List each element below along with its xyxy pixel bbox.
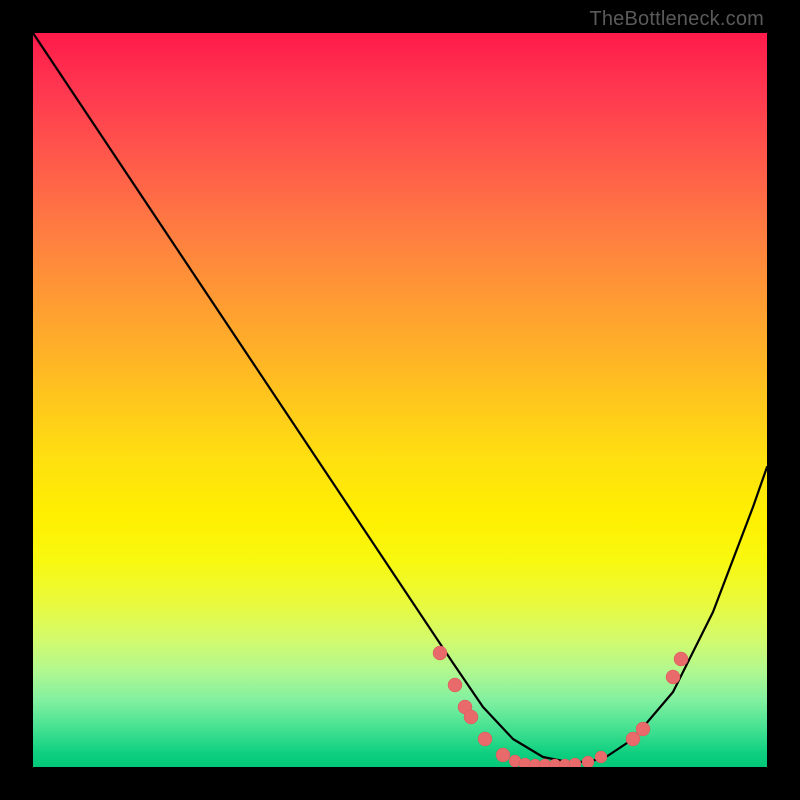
watermark-text: TheBottleneck.com bbox=[589, 8, 764, 31]
curve-line bbox=[33, 33, 767, 763]
chart-svg bbox=[33, 33, 767, 767]
data-markers bbox=[433, 646, 688, 767]
